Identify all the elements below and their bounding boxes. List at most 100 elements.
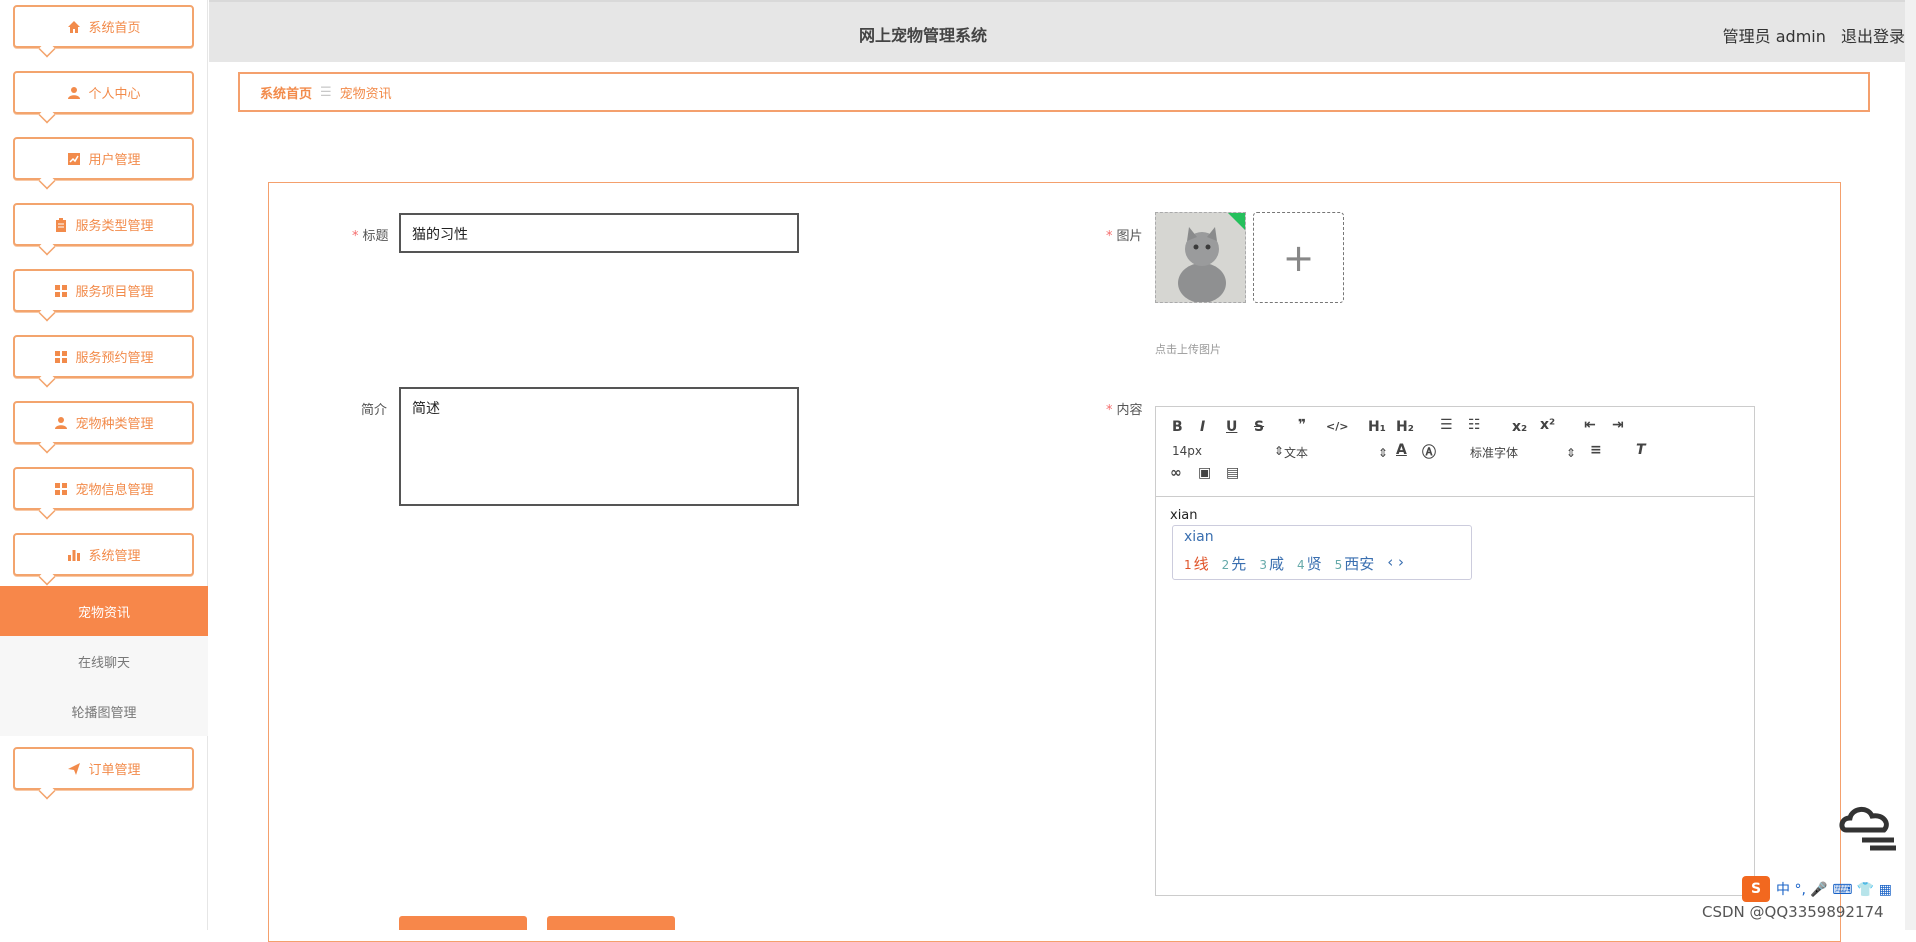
- intro-label: 简介: [361, 403, 388, 418]
- user-icon: [66, 85, 81, 100]
- font-family-value: 标准字体: [1470, 446, 1519, 460]
- sidebar-item-label: 系统首页: [88, 21, 141, 36]
- sidebar-item-pet-types[interactable]: 宠物种类管理: [13, 401, 194, 444]
- select-arrow-icon: ⇕: [1273, 444, 1284, 458]
- select-arrow-icon: ⇕: [1565, 446, 1576, 460]
- bold-icon[interactable]: B: [1172, 419, 1183, 435]
- sidebar-item-service-types[interactable]: 服务类型管理: [13, 203, 194, 246]
- logout-link[interactable]: 退出登录: [1841, 27, 1905, 46]
- sidebar-item-label: 订单管理: [88, 763, 141, 778]
- subscript-icon[interactable]: x₂: [1512, 419, 1527, 435]
- text-type-select[interactable]: 文本 ⇕: [1284, 444, 1388, 461]
- image-label: * 图片: [1106, 229, 1143, 244]
- ime-tray: S 中 °, 🎤 ⌨ 👕 ▦: [1742, 876, 1892, 902]
- font-color-icon[interactable]: A: [1396, 442, 1407, 458]
- h1-icon[interactable]: H₁: [1368, 419, 1386, 435]
- video-icon[interactable]: ▤: [1226, 465, 1239, 481]
- rich-text-editor: B I U S ❞ </> H₁ H₂ ☰ ☷ x₂ x² ⇤ ⇥ 14px ⇕…: [1155, 406, 1755, 896]
- indent-icon[interactable]: ⇥: [1612, 417, 1624, 433]
- ordered-list-icon[interactable]: ☰: [1440, 417, 1453, 433]
- user-area: 管理员 admin 退出登录: [1713, 23, 1905, 47]
- link-icon[interactable]: ∞: [1170, 465, 1182, 481]
- bar-chart-icon: [66, 547, 81, 562]
- user-icon: [53, 415, 68, 430]
- ime-candidate[interactable]: 2先: [1222, 553, 1247, 574]
- watermark: CSDN @QQ3359892174: [1702, 903, 1884, 921]
- submenu-item-pet-news[interactable]: 宠物资讯: [0, 586, 208, 636]
- bullet-list-icon[interactable]: ☷: [1468, 417, 1481, 433]
- sogou-logo-icon[interactable]: S: [1742, 876, 1770, 902]
- sidebar-item-users[interactable]: 用户管理: [13, 137, 194, 180]
- ime-candidate[interactable]: 4贤: [1297, 553, 1322, 574]
- image-icon[interactable]: ▣: [1198, 465, 1211, 481]
- sidebar-item-profile[interactable]: 个人中心: [13, 71, 194, 114]
- outdent-icon[interactable]: ⇤: [1584, 417, 1596, 433]
- breadcrumb: 系统首页 ☰ 宠物资讯: [238, 72, 1870, 112]
- user-role: 管理员 admin: [1722, 27, 1826, 46]
- superscript-icon[interactable]: x²: [1540, 417, 1555, 433]
- sidebar-item-label: 系统管理: [88, 549, 141, 564]
- send-icon: [66, 761, 81, 776]
- h2-icon[interactable]: H₂: [1396, 419, 1414, 435]
- clear-format-icon[interactable]: T: [1636, 442, 1646, 458]
- ime-candidate[interactable]: 1线: [1184, 553, 1209, 574]
- breadcrumb-home[interactable]: 系统首页: [260, 83, 312, 102]
- cloud-icon: [1839, 807, 1896, 851]
- top-bar: 网上宠物管理系统 管理员 admin 退出登录: [209, 0, 1905, 62]
- submenu-item-chat[interactable]: 在线聊天: [0, 636, 208, 686]
- submit-button[interactable]: [399, 916, 527, 930]
- sidebar-item-service-items[interactable]: 服务项目管理: [13, 269, 194, 312]
- sidebar-item-home[interactable]: 系统首页: [13, 5, 194, 48]
- ime-pinyin: xian: [1184, 529, 1214, 545]
- select-arrow-icon: ⇕: [1377, 446, 1388, 460]
- sidebar-item-label: 宠物信息管理: [75, 483, 154, 498]
- font-size-value: 14px: [1172, 444, 1202, 458]
- italic-icon[interactable]: I: [1200, 419, 1205, 435]
- sidebar-item-label: 服务预约管理: [75, 351, 154, 366]
- breadcrumb-current: 宠物资讯: [339, 86, 392, 102]
- sidebar-item-orders[interactable]: 订单管理: [13, 747, 194, 790]
- cancel-button[interactable]: [547, 916, 675, 930]
- sidebar-item-system[interactable]: 系统管理: [13, 533, 194, 576]
- scrollbar[interactable]: [1905, 0, 1916, 930]
- ime-candidate[interactable]: 5 西安: [1335, 553, 1375, 574]
- sidebar: 系统首页 个人中心 用户管理 服务类型管理 服务项目管理 服务预约管理 宠物种类…: [0, 0, 208, 930]
- editor-content[interactable]: xian: [1170, 508, 1198, 523]
- sidebar-item-label: 服务类型管理: [75, 219, 154, 234]
- background-color-icon[interactable]: Ⓐ: [1422, 442, 1436, 462]
- sidebar-item-service-booking[interactable]: 服务预约管理: [13, 335, 194, 378]
- content-label: * 内容: [1106, 403, 1143, 418]
- intro-textarea[interactable]: 简述: [399, 387, 799, 506]
- grid-icon: [53, 481, 68, 496]
- upload-hint: 点击上传图片: [1155, 343, 1221, 356]
- sidebar-item-label: 用户管理: [88, 153, 141, 168]
- grid-icon: [53, 349, 68, 364]
- font-family-select[interactable]: 标准字体 ⇕: [1470, 444, 1576, 461]
- ime-candidate[interactable]: 3咸: [1259, 553, 1284, 574]
- sidebar-item-label: 宠物种类管理: [75, 417, 154, 432]
- ime-next-icon[interactable]: ‹ ›: [1387, 553, 1404, 574]
- sidebar-item-label: 服务项目管理: [75, 285, 154, 300]
- underline-icon[interactable]: U: [1226, 419, 1237, 435]
- ime-tray-icons[interactable]: 中 °, 🎤 ⌨ 👕 ▦: [1776, 879, 1892, 899]
- title-input[interactable]: 猫的习性: [399, 213, 799, 253]
- upload-add-button[interactable]: +: [1253, 212, 1344, 303]
- align-icon[interactable]: ≡: [1590, 442, 1602, 458]
- plus-icon: +: [1282, 235, 1315, 280]
- blockquote-icon[interactable]: ❞: [1298, 417, 1306, 433]
- text-type-value: 文本: [1284, 446, 1309, 460]
- strike-icon[interactable]: S: [1254, 419, 1264, 435]
- system-title: 网上宠物管理系统: [859, 26, 988, 45]
- grid-icon: [53, 283, 68, 298]
- home-icon: [66, 19, 81, 34]
- ime-candidate-popup: xian 1线 2先 3咸 4贤 5 西安 ‹ ›: [1172, 525, 1472, 580]
- ime-candidates: 1线 2先 3咸 4贤 5 西安 ‹ ›: [1184, 553, 1404, 574]
- chart-icon: [66, 151, 81, 166]
- uploaded-image-thumbnail[interactable]: [1155, 212, 1246, 303]
- code-icon[interactable]: </>: [1326, 420, 1348, 433]
- font-size-select[interactable]: 14px ⇕: [1172, 444, 1284, 458]
- clipboard-icon: [53, 217, 68, 232]
- sidebar-item-label: 个人中心: [88, 87, 141, 102]
- sidebar-item-pet-info[interactable]: 宠物信息管理: [13, 467, 194, 510]
- submenu-item-carousel[interactable]: 轮播图管理: [0, 686, 208, 736]
